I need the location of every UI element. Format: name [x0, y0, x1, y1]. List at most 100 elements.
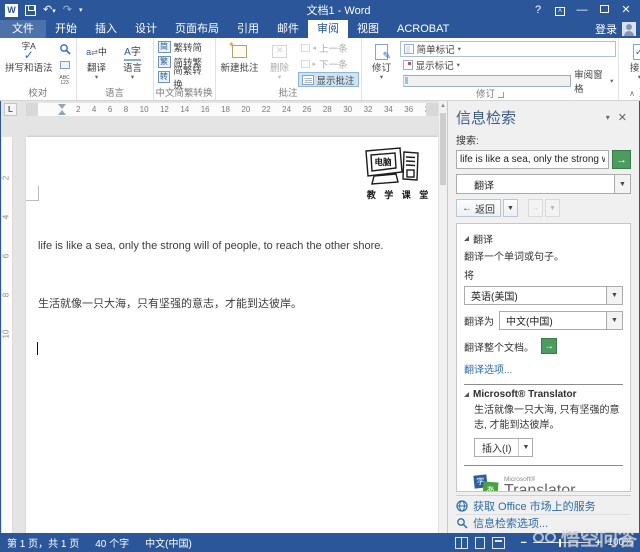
show-comments-button[interactable]: 显示批注 — [298, 72, 359, 87]
insert-button[interactable]: 插入(I) ▼ — [474, 438, 533, 457]
tab-引用[interactable]: 引用 — [228, 20, 268, 38]
print-layout-icon[interactable] — [475, 537, 485, 549]
scroll-up-icon[interactable]: ▲ — [439, 101, 447, 112]
chevron-down-icon[interactable]: ▼ — [518, 439, 532, 456]
horizontal-ruler[interactable]: 246810121416182022242628303234363840 — [26, 103, 438, 116]
chevron-down-icon[interactable]: ▼ — [614, 175, 630, 193]
thesaurus-button[interactable] — [56, 57, 74, 72]
language-indicator[interactable]: 中文(中国) — [145, 535, 192, 550]
proofing-group: 字A✓ 拼写和语法 ABC123 校对 — [0, 38, 77, 100]
chevron-down-icon[interactable]: ▼ — [606, 287, 622, 304]
language-button[interactable]: A字 语言 ▾ — [115, 39, 151, 81]
display-for-review-combo[interactable]: 简单标记 ▾ — [400, 41, 617, 57]
tracking-group-label: 修订 — [476, 89, 495, 101]
convert-with-options-button[interactable]: 转 简繁转换 — [156, 69, 213, 84]
close-icon[interactable]: ✕ — [615, 0, 637, 20]
accept-button[interactable]: ✓ 接受 ▾ — [621, 39, 640, 81]
save-icon[interactable] — [25, 5, 36, 16]
back-button[interactable]: ←返回 — [456, 199, 501, 217]
dropdown-icon: ▾ — [380, 74, 383, 81]
tab-ACROBAT[interactable]: ACROBAT — [388, 20, 458, 38]
ruler-number: 6 — [1, 251, 13, 262]
collapse-ribbon-button[interactable]: ∧ — [629, 89, 635, 98]
ribbon-tabs: 文件开始插入设计页面布局引用邮件审阅视图ACROBAT 登录 — [0, 20, 640, 38]
search-icon — [59, 43, 71, 55]
search-input[interactable] — [456, 150, 609, 169]
next-comment-button[interactable]: ▸ 下一条 — [298, 56, 359, 71]
tab-审阅[interactable]: 审阅 — [308, 20, 348, 38]
tab-邮件[interactable]: 邮件 — [268, 20, 308, 38]
zoom-slider[interactable] — [533, 542, 589, 543]
zoom-level[interactable]: 100% — [607, 537, 633, 548]
document-area: L 246810121416182022242628303234363840 2… — [1, 101, 447, 533]
page-indicator[interactable]: 第 1 页，共 1 页 — [7, 535, 79, 550]
forward-dropdown-icon[interactable]: ▼ — [545, 199, 560, 217]
account-avatar[interactable] — [622, 22, 636, 36]
translate-document-button[interactable]: → — [541, 338, 557, 354]
sign-in[interactable]: 登录 — [595, 20, 640, 38]
translate-icon: a⇄中 — [86, 40, 107, 63]
maximize-icon[interactable] — [593, 0, 615, 20]
translation-result[interactable]: 生活就像一只大海, 只有坚强的意志, 才能到达彼岸。 — [474, 404, 622, 433]
hanging-indent-marker[interactable] — [58, 110, 66, 115]
zoom-in-icon[interactable]: + — [595, 537, 601, 549]
ruler-number: 2 — [1, 173, 13, 184]
pane-close-icon[interactable]: ✕ — [614, 111, 631, 124]
document-page[interactable]: 电脑 教 学 课 堂 life is like a sea, only the … — [26, 137, 438, 533]
help-icon[interactable]: ? — [527, 0, 549, 20]
ribbon-display-options-icon[interactable]: ˄ — [549, 0, 571, 20]
research-button[interactable] — [56, 41, 74, 56]
customize-qat-icon[interactable]: ▾ — [79, 7, 83, 14]
translator-section-header[interactable]: Microsoft® Translator — [464, 389, 623, 400]
ruler-number: 32 — [364, 103, 373, 116]
scrollbar-thumb[interactable] — [440, 113, 446, 185]
previous-comment-button[interactable]: ◂ 上一条 — [298, 40, 359, 55]
tracking-dialog-launcher[interactable] — [498, 92, 504, 98]
search-scope-combo[interactable]: 翻译 ▼ — [456, 174, 631, 194]
tab-stop-selector[interactable]: L — [4, 103, 17, 116]
translation-options-link[interactable]: 翻译选项... — [464, 361, 623, 376]
zoom-slider-thumb[interactable] — [559, 539, 561, 547]
back-dropdown-icon[interactable]: ▼ — [503, 199, 518, 217]
web-layout-icon[interactable] — [492, 537, 505, 549]
new-comment-button[interactable]: ✦ 新建批注 — [218, 39, 262, 74]
read-mode-icon[interactable] — [455, 537, 468, 549]
reviewing-pane-button[interactable]: 审阅窗格 ▾ — [400, 73, 617, 89]
pane-title: 信息检索 — [456, 107, 516, 128]
research-options-link[interactable]: 信息检索选项... — [456, 514, 631, 530]
ruler-number: 36 — [404, 103, 413, 116]
tab-开始[interactable]: 开始 — [46, 20, 86, 38]
delete-comment-button[interactable]: ✕ 删除 ▾ — [262, 39, 298, 81]
first-line-indent-marker[interactable] — [58, 104, 66, 109]
previous-comment-icon — [301, 44, 310, 52]
tab-页面布局[interactable]: 页面布局 — [166, 20, 228, 38]
traditional-to-simplified-button[interactable]: 简 繁转简 — [156, 39, 205, 54]
tab-插入[interactable]: 插入 — [86, 20, 126, 38]
forward-button[interactable]: → — [528, 199, 543, 217]
stamp-caption: 教 学 课 堂 — [362, 188, 436, 201]
redo-icon[interactable]: ↷ — [63, 5, 72, 16]
document-chinese-text[interactable]: 生活就像一只大海，只有坚强的意志，才能到达彼岸。 — [38, 295, 302, 311]
chevron-down-icon[interactable]: ▼ — [606, 312, 622, 329]
stamp-image[interactable]: 电脑 教 学 课 堂 — [362, 146, 436, 201]
translate-button[interactable]: a⇄中 翻译 ▾ — [79, 39, 115, 81]
vertical-scrollbar[interactable]: ▲ — [438, 101, 447, 533]
start-search-button[interactable]: → — [612, 150, 631, 169]
tab-设计[interactable]: 设计 — [126, 20, 166, 38]
office-marketplace-link[interactable]: 获取 Office 市场上的服务 — [456, 498, 631, 514]
undo-icon[interactable]: ↶▾ — [43, 5, 56, 16]
from-language-combo[interactable]: 英语(美国) ▼ — [464, 286, 623, 305]
spelling-grammar-button[interactable]: 字A✓ 拼写和语法 — [2, 39, 56, 74]
pane-menu-icon[interactable]: ▾ — [602, 113, 614, 122]
tab-视图[interactable]: 视图 — [348, 20, 388, 38]
tab-文件[interactable]: 文件 — [0, 20, 46, 38]
translation-section-header[interactable]: 翻译 — [464, 231, 623, 246]
vertical-ruler[interactable]: 246810 — [1, 118, 14, 533]
word-count-button[interactable]: ABC123 — [56, 73, 74, 88]
minimize-icon[interactable]: — — [571, 0, 593, 20]
track-changes-button[interactable]: ✎ 修订 ▾ — [364, 39, 400, 81]
document-english-text[interactable]: life is like a sea, only the strong will… — [38, 240, 383, 252]
zoom-out-icon[interactable]: − — [521, 537, 527, 549]
word-count-indicator[interactable]: 40 个字 — [95, 535, 129, 550]
to-language-combo[interactable]: 中文(中国) ▼ — [499, 311, 623, 330]
